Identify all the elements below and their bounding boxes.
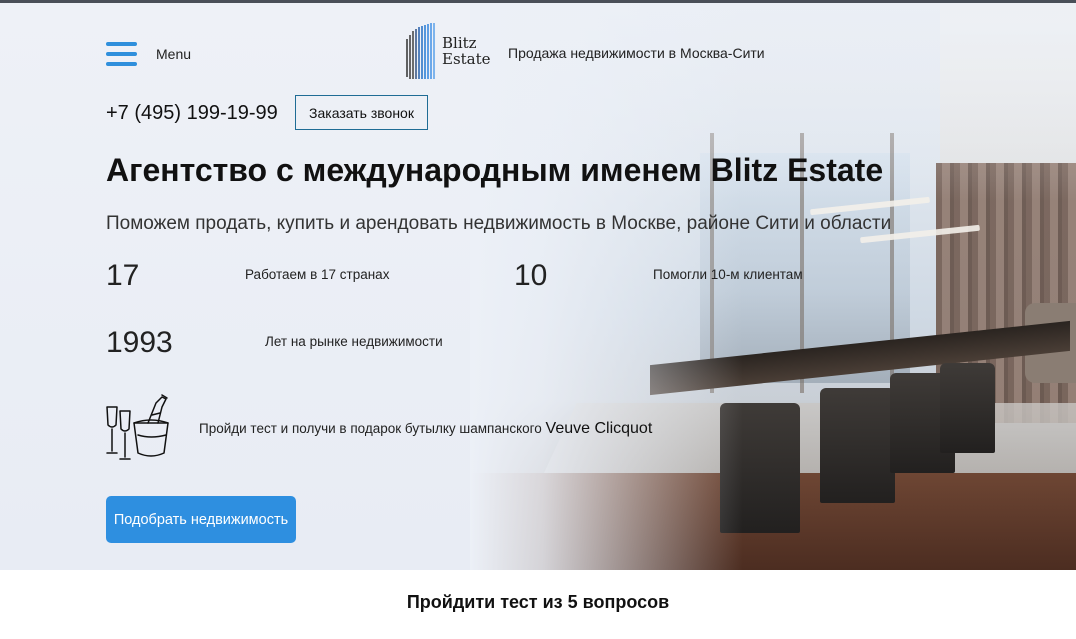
hero-interior-image [470,3,1076,570]
hero-subtitle: Поможем продать, купить и арендовать нед… [106,213,892,234]
hero-section: Menu Blitz Estate Продажа недвижимости в… [0,3,1076,570]
find-property-button[interactable]: Подобрать недвижимость [106,496,296,543]
logo-text: Blitz Estate [442,34,491,68]
stat-label: Лет на рынке недвижимости [265,334,443,349]
promo-text: Пройди тест и получи в подарок бутылку ш… [199,420,653,437]
phone-number[interactable]: +7 (495) 199-19-99 [106,102,278,125]
champagne-icon [106,394,169,460]
callback-button[interactable]: Заказать звонок [295,95,428,130]
stat-number: 17 [106,259,140,292]
header-tagline: Продажа недвижимости в Москва-Сити [508,45,765,61]
stat-number: 1993 [106,326,173,359]
quiz-title: Пройдити тест из 5 вопросов [406,592,670,612]
burger-menu-icon[interactable] [106,40,137,68]
stat-number: 10 [514,259,548,292]
logo[interactable]: Blitz Estate [405,21,495,83]
page-title: Агентство с международным именем Blitz E… [106,152,884,188]
stat-label: Помогли 10-м клиентам [653,267,803,282]
logo-bars-icon [406,23,435,79]
promo-brand: Veuve Clicquot [545,420,653,437]
menu-label[interactable]: Menu [156,46,191,62]
stat-label: Работаем в 17 странах [245,267,390,282]
